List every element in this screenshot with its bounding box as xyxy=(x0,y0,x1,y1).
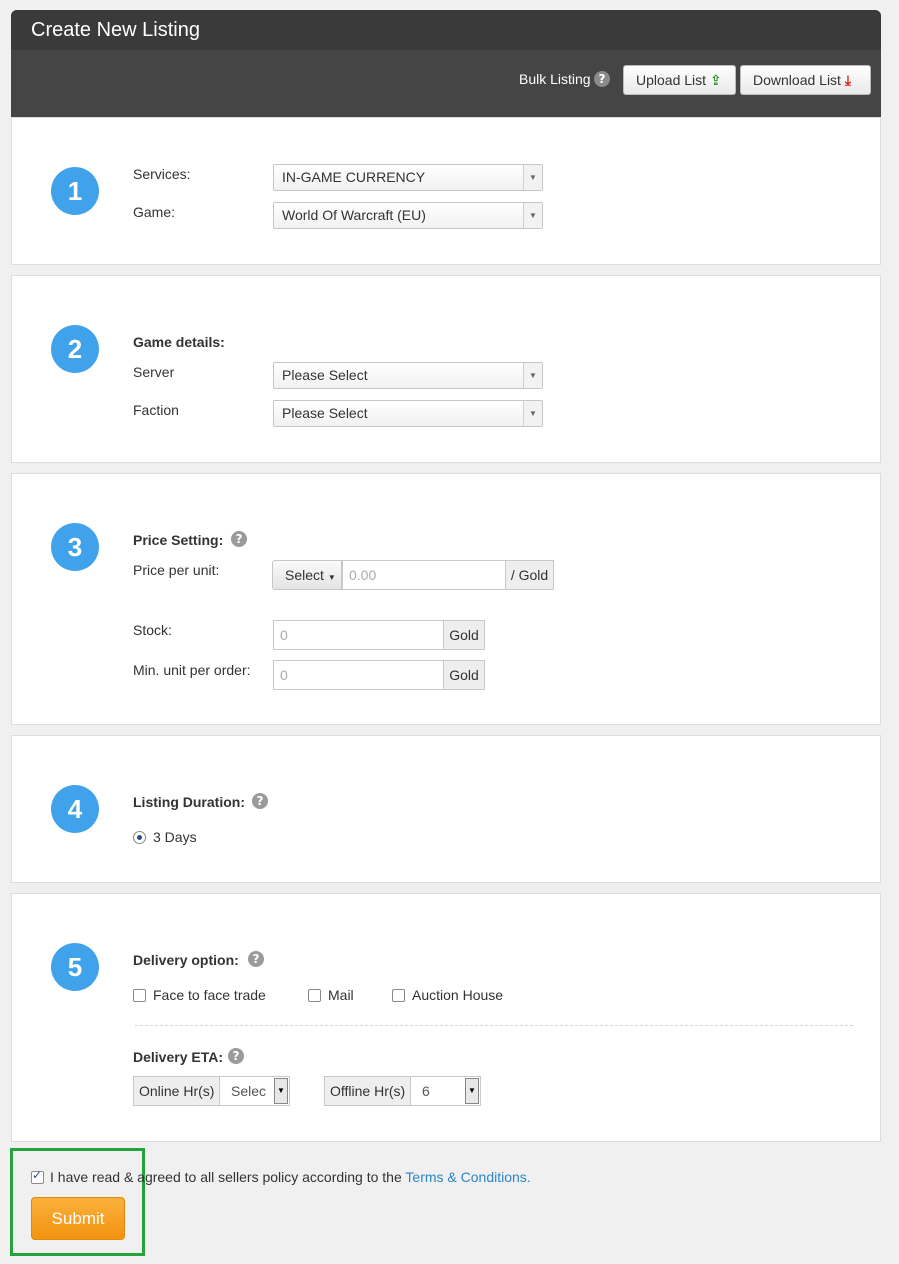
price-input[interactable]: 0.00 xyxy=(342,560,506,590)
help-icon[interactable]: ? xyxy=(228,1048,244,1064)
offline-hours-label: Offline Hr(s) xyxy=(325,1077,412,1105)
online-hours-select[interactable]: Online Hr(s) Selec ▼ xyxy=(133,1076,290,1106)
listing-duration-heading: Listing Duration: xyxy=(133,794,245,810)
game-select[interactable]: World Of Warcraft (EU) ▼ xyxy=(273,202,543,229)
agree-statement: I have read & agreed to all sellers poli… xyxy=(50,1169,406,1185)
help-icon[interactable]: ? xyxy=(252,793,268,809)
duration-radio[interactable] xyxy=(133,831,146,844)
download-icon: ⤓ xyxy=(844,72,852,88)
step-number-3: 3 xyxy=(51,523,99,571)
section-price-setting: 3 Price Setting: ? Price per unit: Selec… xyxy=(11,473,881,725)
chevron-down-icon: ▼ xyxy=(274,1078,288,1104)
step-number-2: 2 xyxy=(51,325,99,373)
online-hours-label: Online Hr(s) xyxy=(134,1077,221,1105)
bulk-listing-label: Bulk Listing xyxy=(519,71,591,87)
chevron-down-icon: ▼ xyxy=(523,363,542,388)
help-icon[interactable]: ? xyxy=(231,531,247,547)
faction-value: Please Select xyxy=(282,405,368,421)
upload-list-label: Upload List xyxy=(636,72,707,88)
offline-hours-value: 6 xyxy=(422,1083,430,1099)
currency-select-label: Select xyxy=(285,567,324,583)
section-services: 1 Services: IN-GAME CURRENCY ▼ Game: Wor… xyxy=(11,117,881,265)
terms-link[interactable]: Terms & Conditions. xyxy=(405,1169,530,1185)
download-list-button[interactable]: Download List ⤓ xyxy=(740,65,871,95)
download-list-label: Download List xyxy=(753,72,841,88)
server-value: Please Select xyxy=(282,367,368,383)
auction-house-label: Auction House xyxy=(412,987,504,1003)
game-label: Game: xyxy=(133,204,176,220)
min-unit-input[interactable]: 0 xyxy=(273,660,444,690)
caret-down-icon: ▼ xyxy=(327,573,336,582)
chevron-down-icon: ▼ xyxy=(465,1078,479,1104)
delivery-option-heading: Delivery option: xyxy=(133,952,239,968)
section-listing-duration: 4 Listing Duration: ? 3 Days xyxy=(11,735,881,883)
agree-checkbox[interactable] xyxy=(31,1168,44,1184)
offline-hours-select[interactable]: Offline Hr(s) 6 ▼ xyxy=(324,1076,481,1106)
mail-label: Mail xyxy=(328,987,354,1003)
mail-checkbox[interactable] xyxy=(308,989,321,1002)
page-title: Create New Listing xyxy=(31,19,200,41)
faction-label: Faction xyxy=(133,402,179,418)
divider xyxy=(135,1025,853,1026)
agree-text: I have read & agreed to all sellers poli… xyxy=(50,1169,531,1185)
stock-input[interactable]: 0 xyxy=(273,620,444,650)
chevron-down-icon: ▼ xyxy=(523,165,542,190)
step-number-5: 5 xyxy=(51,943,99,991)
min-unit-label: Min. unit per order: xyxy=(133,662,251,678)
price-setting-heading: Price Setting: xyxy=(133,532,224,548)
online-hours-value: Selec xyxy=(231,1083,267,1099)
game-value: World Of Warcraft (EU) xyxy=(282,207,426,223)
section-game-details: 2 Game details: Server Please Select ▼ F… xyxy=(11,275,881,463)
chevron-down-icon: ▼ xyxy=(523,203,542,228)
upload-list-button[interactable]: Upload List ⇪ xyxy=(623,65,736,95)
face-to-face-label: Face to face trade xyxy=(153,987,266,1003)
game-details-heading: Game details: xyxy=(133,334,225,350)
listing-header: Create New Listing Bulk Listing ? Upload… xyxy=(11,10,881,117)
stock-label: Stock: xyxy=(133,622,172,638)
section-delivery: 5 Delivery option: ? Face to face trade … xyxy=(11,893,881,1142)
face-to-face-checkbox[interactable] xyxy=(133,989,146,1002)
step-number-4: 4 xyxy=(51,785,99,833)
stock-unit-addon: Gold xyxy=(443,620,485,650)
submit-button[interactable]: Submit xyxy=(31,1197,125,1240)
services-select[interactable]: IN-GAME CURRENCY ▼ xyxy=(273,164,543,191)
auction-house-checkbox[interactable] xyxy=(392,989,405,1002)
help-icon[interactable]: ? xyxy=(594,71,610,87)
delivery-eta-heading: Delivery ETA: xyxy=(133,1049,223,1065)
faction-select[interactable]: Please Select ▼ xyxy=(273,400,543,427)
server-select[interactable]: Please Select ▼ xyxy=(273,362,543,389)
server-label: Server xyxy=(133,364,175,380)
step-number-1: 1 xyxy=(51,167,99,215)
price-unit-addon: / Gold xyxy=(505,560,554,590)
help-icon[interactable]: ? xyxy=(248,951,264,967)
min-unit-addon: Gold xyxy=(443,660,485,690)
services-value: IN-GAME CURRENCY xyxy=(282,169,426,185)
duration-option-label: 3 Days xyxy=(153,829,197,845)
services-label: Services: xyxy=(133,166,191,182)
price-per-unit-label: Price per unit: xyxy=(133,562,220,578)
currency-select-button[interactable]: Select ▼ xyxy=(272,560,342,590)
upload-icon: ⇪ xyxy=(709,72,722,88)
chevron-down-icon: ▼ xyxy=(523,401,542,426)
